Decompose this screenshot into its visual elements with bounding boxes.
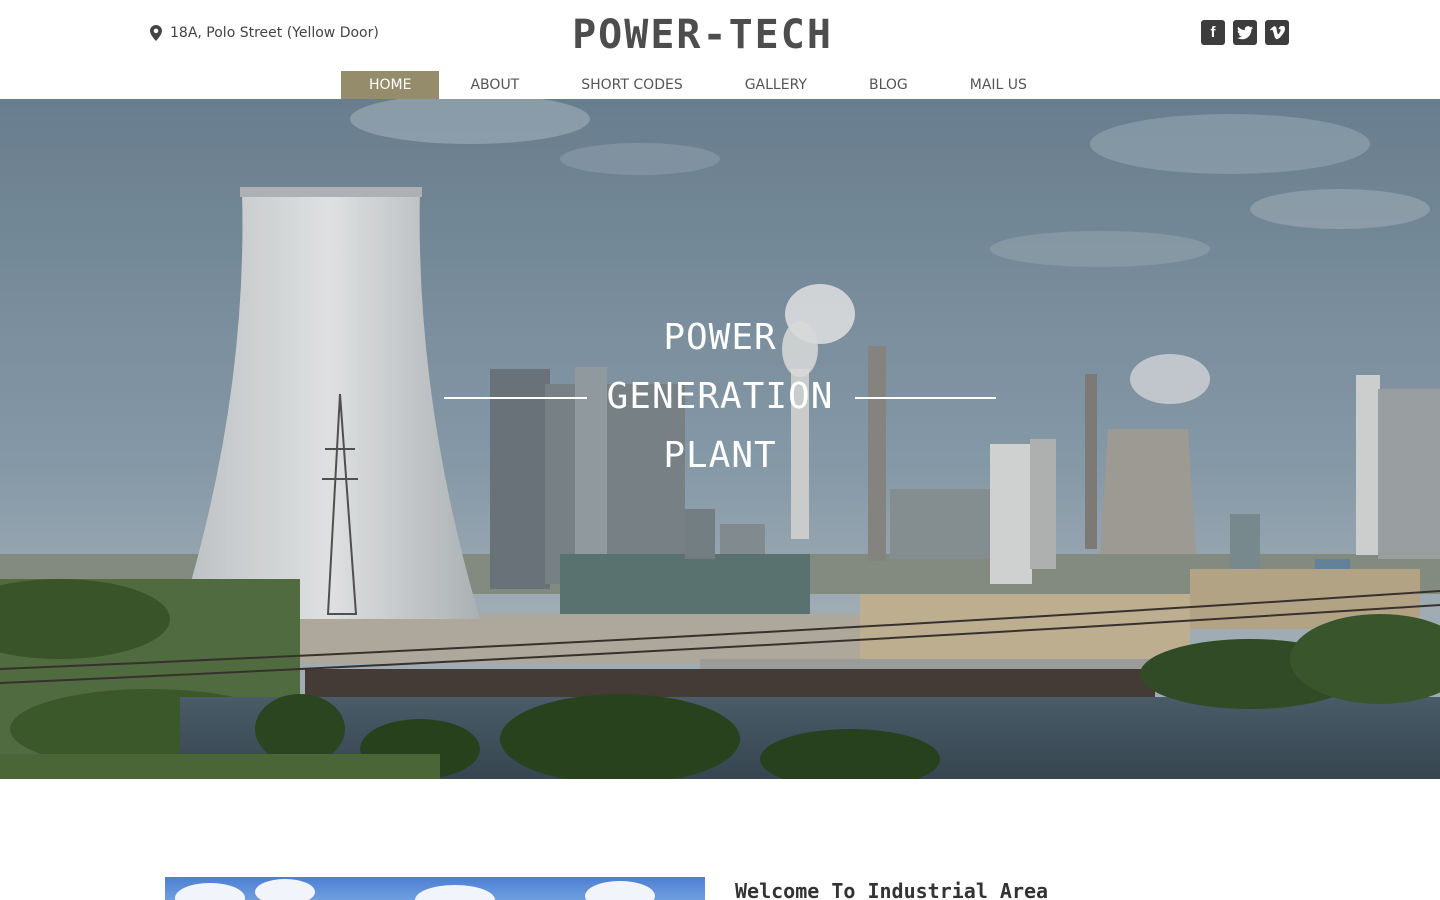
welcome-image (165, 877, 705, 900)
nav-home[interactable]: HOME (341, 71, 440, 99)
nav-about[interactable]: ABOUT (439, 71, 550, 99)
twitter-icon[interactable] (1233, 20, 1257, 45)
site-logo[interactable]: POWER-TECH (0, 12, 1405, 58)
social-links: f (1201, 20, 1289, 45)
hero-line-1: POWER (663, 317, 777, 358)
welcome-heading: Welcome To Industrial Area (735, 879, 1049, 900)
nav-short-codes[interactable]: SHORT CODES (550, 71, 713, 99)
hero-heading: POWER GENERATION PLANT (0, 99, 1440, 779)
nav-mail-us[interactable]: MAIL US (939, 71, 1058, 99)
welcome-section: Welcome To Industrial Area (0, 779, 1440, 900)
facebook-icon[interactable]: f (1201, 20, 1225, 45)
nav-gallery[interactable]: GALLERY (714, 71, 838, 99)
main-nav: HOME ABOUT SHORT CODES GALLERY BLOG MAIL… (341, 71, 1058, 99)
hero-line-2: GENERATION (606, 376, 834, 417)
top-bar: 18A, Polo Street (Yellow Door) POWER-TEC… (0, 0, 1440, 71)
hero-banner: POWER GENERATION PLANT (0, 99, 1440, 779)
hero-line-3: PLANT (663, 435, 777, 476)
nav-blog[interactable]: BLOG (838, 71, 939, 99)
vimeo-icon[interactable] (1265, 20, 1289, 45)
hero-divider-right (855, 397, 996, 399)
